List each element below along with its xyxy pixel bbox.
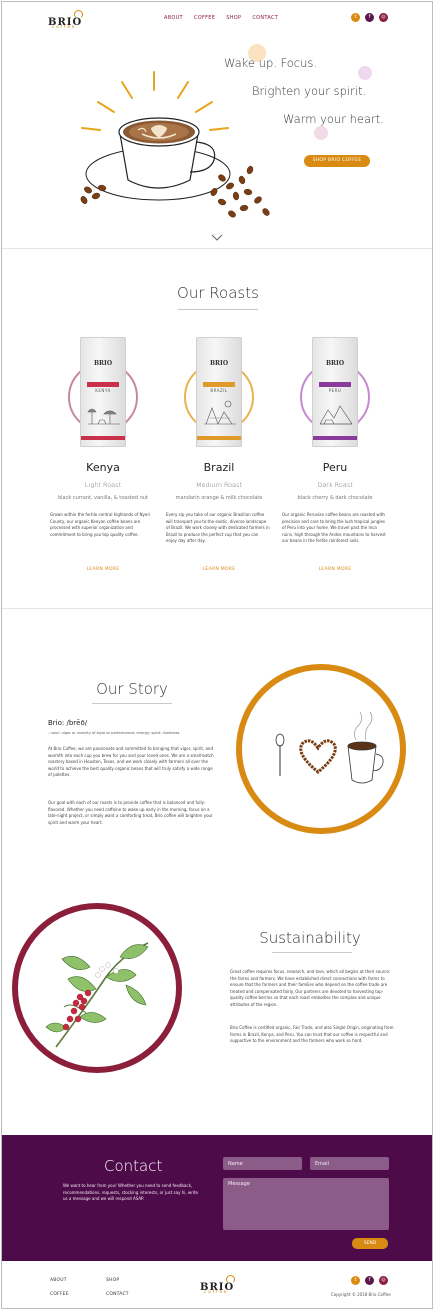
bag-foot [81, 436, 125, 440]
contact-section: Contact We want to hear from you! Whethe… [2, 1135, 432, 1261]
nav-coffee[interactable]: COFFEE [194, 15, 215, 21]
sustainability-title: Sustainability [259, 929, 361, 947]
learn-more-brazil[interactable]: LEARN MORE [164, 567, 274, 572]
roast-level: Medium Roast [195, 481, 243, 489]
hero-line-2: Brighten your spirit. [252, 84, 367, 98]
learn-more-kenya[interactable]: LEARN MORE [48, 567, 158, 572]
coffee-bag-brazil[interactable]: BRIO BRAZIL [196, 337, 242, 447]
sun-icon [74, 10, 83, 19]
hero-line-3: Warm your heart. [283, 112, 384, 126]
twitter-icon[interactable]: t [351, 1276, 360, 1285]
roast-name: Kenya [86, 461, 120, 474]
contact-text: We want to hear from you! Whether you ne… [63, 1183, 198, 1201]
bag-illustration [204, 400, 236, 425]
bag-brand: BRIO [209, 360, 229, 367]
copyright: Copyright © 2018 Brio Coffee [331, 1292, 391, 1297]
bag-band [319, 382, 351, 387]
hero-blob-2 [358, 66, 372, 80]
contact-title: Contact [104, 1157, 163, 1175]
footer-shop[interactable]: SHOP [106, 1278, 119, 1283]
bag-band [87, 382, 119, 387]
chevron-down-icon[interactable] [211, 234, 223, 242]
footer-logo[interactable]: BRIO coffee [200, 1275, 236, 1299]
facebook-icon[interactable]: f [365, 13, 374, 22]
email-input[interactable] [310, 1157, 389, 1170]
roast-notes: mandarin orange & milk chocolate [175, 495, 263, 501]
nav-shop[interactable]: SHOP [226, 15, 241, 21]
roast-name: Peru [322, 461, 348, 474]
sun-icon [226, 1275, 235, 1284]
instagram-icon[interactable]: ◎ [379, 1276, 388, 1285]
bag-origin: BRAZIL [210, 388, 228, 393]
twitter-icon[interactable]: t [351, 13, 360, 22]
bag-band [203, 382, 235, 387]
learn-more-peru[interactable]: LEARN MORE [280, 567, 390, 572]
brand-logo[interactable]: BRIO coffee [48, 10, 84, 34]
divider-1 [2, 248, 432, 249]
story-paragraph-2: Our goal with each of our roasts is to p… [48, 800, 213, 825]
bag-illustration [319, 405, 353, 425]
roast-notes: black cherry & dark chocolate [297, 495, 373, 501]
hero-line-1: Wake up. Focus. [224, 56, 318, 70]
story-title: Our Story [96, 680, 168, 698]
page-frame: BRIO coffee ABOUT COFFEE SHOP CONTACT t … [1, 1, 433, 1309]
name-input[interactable] [223, 1157, 302, 1170]
footer-contact[interactable]: CONTACT [106, 1292, 129, 1297]
roast-description: Our organic Peruvian coffee beans are ro… [282, 512, 386, 543]
roast-name: Brazil [203, 461, 235, 474]
bag-brand: BRIO [93, 360, 113, 367]
send-button[interactable]: SEND [352, 1238, 388, 1249]
bag-brand: BRIO [325, 360, 345, 367]
roast-level: Dark Roast [317, 481, 353, 489]
roast-notes: black currant, vanilla, & toasted nut [57, 495, 149, 501]
story-illustration-circle [236, 664, 406, 834]
roast-description: Grown within the fertile central highlan… [50, 512, 151, 537]
story-paragraph-1: At Brio Coffee, we are passionate and co… [48, 746, 214, 777]
roasts-title: Our Roasts [177, 284, 259, 302]
footer-about[interactable]: ABOUT [50, 1278, 67, 1283]
bag-foot [197, 436, 241, 440]
sustainability-title-underline [272, 952, 352, 953]
shop-brio-button[interactable]: SHOP BRIO COFFEE [304, 155, 370, 167]
nav-about[interactable]: ABOUT [164, 15, 183, 21]
footer-coffee[interactable]: COFFEE [50, 1292, 69, 1297]
roasts-title-underline [178, 309, 258, 310]
sustainability-paragraph-2: Brio Coffee is certified organic, Fair T… [230, 1025, 394, 1043]
story-definition: - noun: vigor or vivacity of style or pe… [48, 731, 180, 735]
roast-description: Every sip you take of our organic Brazil… [166, 512, 270, 543]
bag-foot [313, 436, 357, 440]
header-social: t f ◎ [351, 13, 388, 22]
bag-illustration [87, 408, 120, 425]
story-title-underline [92, 703, 172, 704]
facebook-icon[interactable]: f [365, 1276, 374, 1285]
coffee-bag-peru[interactable]: BRIO PERU [312, 337, 358, 447]
main-nav: ABOUT COFFEE SHOP CONTACT [164, 15, 278, 21]
nav-contact[interactable]: CONTACT [252, 15, 278, 21]
sustainability-illustration-circle [12, 903, 182, 1073]
bag-origin: PERU [328, 388, 342, 393]
footer-brand-sub: coffee [204, 1289, 229, 1294]
coffee-plant-illustration [45, 942, 149, 1048]
bag-origin: KENYA [95, 388, 111, 393]
message-input[interactable] [223, 1178, 389, 1230]
coffee-bag-kenya[interactable]: BRIO KENYA [80, 337, 126, 447]
divider-2 [2, 608, 432, 609]
story-word: Brio: /brēō/ [48, 719, 88, 727]
roast-level: Light Roast [84, 481, 122, 489]
sustainability-paragraph-1: Great coffee requires focus, research, a… [230, 969, 391, 1007]
instagram-icon[interactable]: ◎ [379, 13, 388, 22]
footer-social: t f ◎ [351, 1276, 388, 1285]
spoon-heart-cup-illustration [275, 711, 384, 784]
hero-blob-3 [314, 126, 328, 140]
brand-sub: coffee [52, 24, 77, 29]
